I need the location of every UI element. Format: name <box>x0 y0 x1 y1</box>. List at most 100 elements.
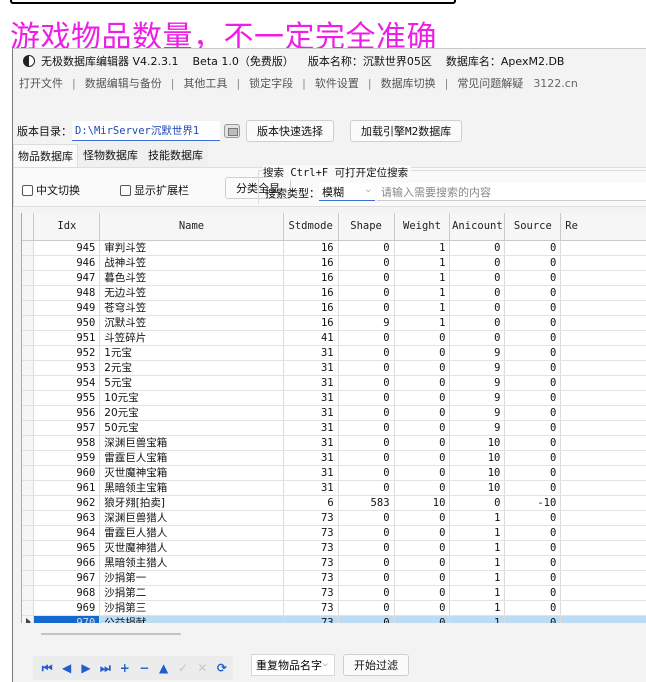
cell-idx[interactable]: 947 <box>33 270 101 286</box>
cell-shape[interactable]: 0 <box>338 525 395 541</box>
cell-stdmode[interactable]: 16 <box>283 255 339 271</box>
load-engine-db-button[interactable]: 加载引擎M2数据库 <box>350 120 463 142</box>
table-row[interactable]: 956 20元宝 31 0 0 9 0 <box>22 405 646 421</box>
cell-stdmode[interactable]: 73 <box>283 600 339 616</box>
row-indicator[interactable] <box>22 480 35 496</box>
cell-shape[interactable]: 0 <box>338 555 395 571</box>
tab-skills-db[interactable]: 技能数据库 <box>143 143 208 167</box>
cell-source[interactable]: 0 <box>504 345 562 361</box>
cell-source[interactable]: 0 <box>504 270 562 286</box>
cell-idx[interactable]: 950 <box>33 315 101 331</box>
items-grid[interactable]: Idx Name Stdmode Shape Weight Anicount S… <box>21 213 646 623</box>
cell-stdmode[interactable]: 31 <box>283 435 339 451</box>
row-indicator[interactable] <box>22 255 35 271</box>
table-row[interactable]: 951 斗笠碎片 41 0 0 0 0 <box>22 330 646 346</box>
cell-weight[interactable]: 0 <box>394 360 451 376</box>
cell-source[interactable]: 0 <box>504 615 562 623</box>
table-row[interactable]: 966 黑暗领主猎人 73 0 0 1 0 <box>22 555 646 571</box>
table-row[interactable]: 969 沙捐第三 73 0 0 1 0 <box>22 600 646 616</box>
tab-items-db[interactable]: 物品数据库 <box>13 144 78 167</box>
cell-idx[interactable]: 966 <box>33 555 101 571</box>
cell-re[interactable] <box>560 240 646 256</box>
cell-anicount[interactable]: 0 <box>449 285 506 301</box>
cell-stdmode[interactable]: 31 <box>283 360 339 376</box>
cell-anicount[interactable]: 0 <box>449 240 506 256</box>
cell-name[interactable]: 2元宝 <box>99 360 284 376</box>
cell-anicount[interactable]: 9 <box>449 345 506 361</box>
row-indicator[interactable] <box>22 300 35 316</box>
table-row[interactable]: 957 50元宝 31 0 0 9 0 <box>22 420 646 436</box>
table-row[interactable]: 953 2元宝 31 0 0 9 0 <box>22 360 646 376</box>
cell-stdmode[interactable]: 31 <box>283 480 339 496</box>
cell-name[interactable]: 无边斗笠 <box>99 285 284 301</box>
menu-data-edit-backup[interactable]: 数据编辑与备份 <box>79 75 168 91</box>
cell-idx[interactable]: 962 <box>33 495 101 511</box>
cell-anicount[interactable]: 1 <box>449 540 506 556</box>
cell-shape[interactable]: 0 <box>338 330 395 346</box>
cell-re[interactable] <box>560 360 646 376</box>
cell-weight[interactable]: 0 <box>394 555 451 571</box>
row-indicator[interactable] <box>22 405 35 421</box>
cell-name[interactable]: 雷霆巨人宝箱 <box>99 450 284 466</box>
cell-name[interactable]: 深渊巨兽猎人 <box>99 510 284 526</box>
cell-idx[interactable]: 964 <box>33 525 101 541</box>
search-type-select[interactable]: 模糊 ⌵ <box>319 183 375 201</box>
cell-shape[interactable]: 0 <box>338 600 395 616</box>
cell-re[interactable] <box>560 345 646 361</box>
table-row[interactable]: 952 1元宝 31 0 0 9 0 <box>22 345 646 361</box>
cell-name[interactable]: 10元宝 <box>99 390 284 406</box>
cell-anicount[interactable]: 9 <box>449 390 506 406</box>
cell-shape[interactable]: 0 <box>338 570 395 586</box>
prior-record-icon[interactable]: ◀ <box>58 661 74 675</box>
row-indicator[interactable] <box>22 375 35 391</box>
next-record-icon[interactable]: ▶ <box>78 661 94 675</box>
cell-idx[interactable]: 949 <box>33 300 101 316</box>
cell-name[interactable]: 斗笠碎片 <box>99 330 284 346</box>
col-header-name[interactable]: Name <box>99 213 284 241</box>
table-row[interactable]: 963 深渊巨兽猎人 73 0 0 1 0 <box>22 510 646 526</box>
cell-name[interactable]: 沙捐第一 <box>99 570 284 586</box>
cell-weight[interactable]: 0 <box>394 345 451 361</box>
cell-re[interactable] <box>560 525 646 541</box>
cell-shape[interactable]: 0 <box>338 435 395 451</box>
cell-re[interactable] <box>560 270 646 286</box>
first-record-icon[interactable]: ⏮ <box>39 661 55 675</box>
cell-anicount[interactable]: 1 <box>449 570 506 586</box>
tab-monsters-db[interactable]: 怪物数据库 <box>78 143 143 167</box>
row-indicator[interactable] <box>22 555 35 571</box>
cell-anicount[interactable]: 1 <box>449 555 506 571</box>
table-row[interactable]: 968 沙捐第二 73 0 0 1 0 <box>22 585 646 601</box>
cell-idx[interactable]: 961 <box>33 480 101 496</box>
cell-re[interactable] <box>560 420 646 436</box>
menu-lock-fields[interactable]: 锁定字段 <box>243 75 299 91</box>
cell-idx[interactable]: 951 <box>33 330 101 346</box>
row-indicator[interactable] <box>22 600 35 616</box>
row-indicator[interactable] <box>22 240 35 256</box>
cell-source[interactable]: 0 <box>504 510 562 526</box>
cell-name[interactable]: 50元宝 <box>99 420 284 436</box>
cell-source[interactable]: 0 <box>504 300 562 316</box>
cell-weight[interactable]: 10 <box>394 495 451 511</box>
cell-idx[interactable]: 960 <box>33 465 101 481</box>
row-indicator[interactable] <box>22 315 35 331</box>
cell-shape[interactable]: 0 <box>338 465 395 481</box>
table-row[interactable]: 965 灭世魔神猎人 73 0 0 1 0 <box>22 540 646 556</box>
cell-anicount[interactable]: 10 <box>449 480 506 496</box>
cell-name[interactable]: 沙捐第二 <box>99 585 284 601</box>
cell-anicount[interactable]: 1 <box>449 615 506 623</box>
table-row[interactable]: 950 沉默斗笠 16 9 1 0 0 <box>22 315 646 331</box>
cell-idx[interactable]: 953 <box>33 360 101 376</box>
cell-stdmode[interactable]: 31 <box>283 420 339 436</box>
cell-name[interactable]: 灭世魔神宝箱 <box>99 465 284 481</box>
cell-source[interactable]: 0 <box>504 330 562 346</box>
cell-anicount[interactable]: 9 <box>449 375 506 391</box>
cell-stdmode[interactable]: 73 <box>283 570 339 586</box>
row-indicator[interactable] <box>22 345 35 361</box>
quick-select-button[interactable]: 版本快速选择 <box>246 120 334 142</box>
cell-anicount[interactable]: 0 <box>449 315 506 331</box>
cell-shape[interactable]: 0 <box>338 345 395 361</box>
row-indicator[interactable] <box>22 330 35 346</box>
insert-record-icon[interactable]: + <box>117 661 133 675</box>
cell-weight[interactable]: 1 <box>394 285 451 301</box>
browse-folder-icon[interactable] <box>224 124 240 138</box>
